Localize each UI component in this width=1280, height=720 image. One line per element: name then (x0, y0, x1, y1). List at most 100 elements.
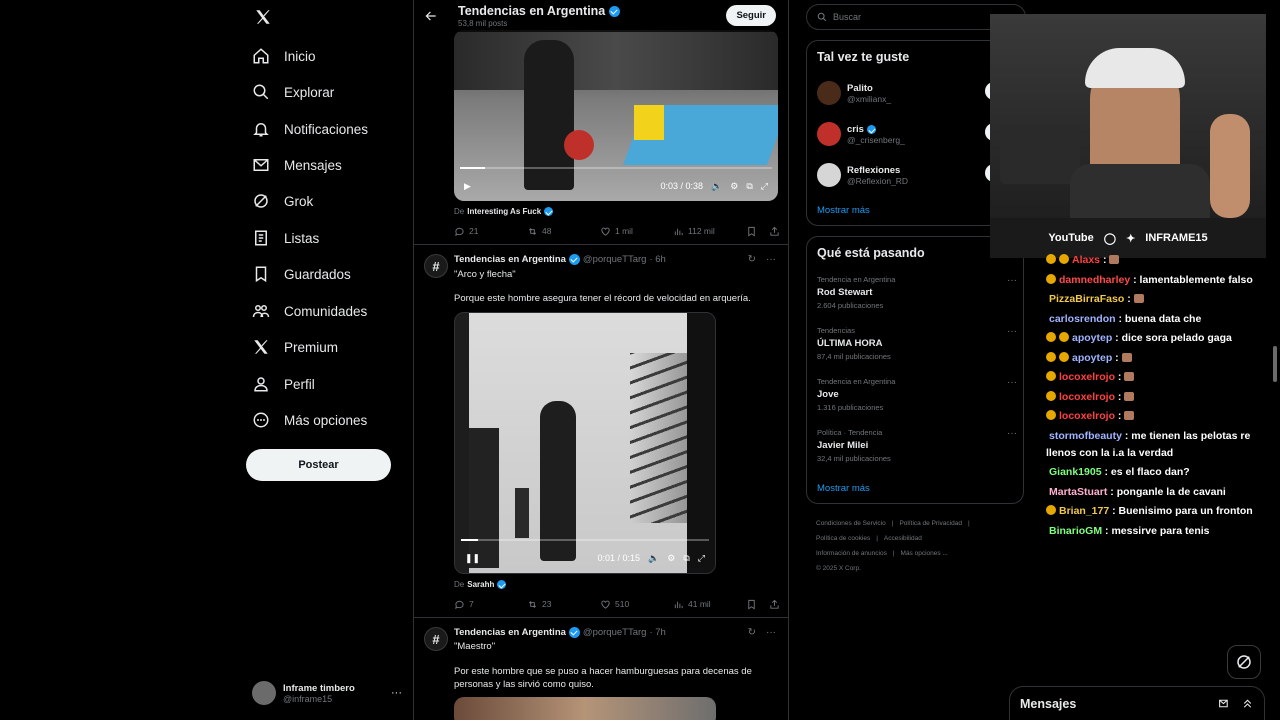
settings-icon[interactable]: ⚙ (730, 181, 738, 192)
chat-username[interactable]: PizzaBirraFaso (1049, 293, 1124, 305)
trend-item[interactable]: Tendencias ÚLTIMA HORA 87,4 mil publicacio… (817, 326, 1017, 366)
more-icon[interactable]: ··· (391, 687, 402, 699)
like-button[interactable]: 510 (600, 599, 673, 610)
grok-icon[interactable]: ↻ (748, 627, 756, 638)
chat-username[interactable]: Giank1905 (1049, 466, 1102, 478)
bookmark-icon[interactable] (746, 599, 757, 610)
trend-item[interactable]: Política · Tendencia Javier Milei 32,4 mil… (817, 428, 1017, 468)
messages-drawer[interactable]: Mensajes (1009, 686, 1265, 720)
volume-icon[interactable]: 🔈 (711, 181, 722, 192)
footer-link[interactable]: Información de anuncios (816, 550, 887, 557)
chat-username[interactable]: locoxelrojo (1059, 391, 1115, 403)
avatar[interactable]: # (424, 627, 448, 651)
footer-link[interactable]: Más opciones ... (901, 550, 948, 557)
suggested-account[interactable]: cris@_crisenberg_Seguir (817, 119, 1027, 149)
new-message-icon[interactable] (1218, 697, 1231, 710)
nav-item-grok[interactable]: Grok (252, 189, 313, 213)
nav-item-explorar[interactable]: Explorar (252, 80, 334, 104)
settings-icon[interactable]: ⚙ (667, 553, 675, 564)
author-handle[interactable]: @porqueTTarg (583, 254, 647, 265)
more-icon[interactable]: ··· (1007, 326, 1017, 337)
post-time[interactable]: · 7h (649, 627, 665, 638)
more-icon[interactable]: ··· (766, 254, 776, 265)
nav-item-perfil[interactable]: Perfil (252, 372, 315, 396)
repost-button[interactable]: 48 (527, 226, 600, 237)
chat-username[interactable]: apoytep (1072, 352, 1112, 364)
chat-username[interactable]: carlosrendon (1049, 313, 1116, 325)
more-icon[interactable]: ··· (1007, 428, 1017, 439)
chevron-up-icon[interactable] (1241, 697, 1254, 710)
reply-button[interactable]: 7 (454, 599, 527, 610)
pip-icon[interactable]: ⧉ (683, 553, 689, 564)
like-button[interactable]: 1 mil (600, 226, 673, 237)
trend-item[interactable]: Tendencia en Argentina Rod Stewart 2.604 p… (817, 275, 1017, 315)
views-button[interactable]: 112 mil (673, 226, 746, 237)
video-thumbnail[interactable] (454, 697, 716, 720)
share-icon[interactable] (769, 226, 780, 237)
volume-icon[interactable]: 🔈 (648, 553, 659, 564)
post-button[interactable]: Postear (246, 449, 391, 481)
pause-icon[interactable]: ❚❚ (465, 553, 480, 564)
nav-item-mensajes[interactable]: Mensajes (252, 153, 342, 177)
video-player[interactable]: ▶ 0:03 / 0:38 🔈 ⚙ ⧉ ⤢ (454, 30, 778, 201)
nav-item-premium[interactable]: Premium (252, 335, 338, 359)
show-more-link[interactable]: Mostrar más (817, 205, 870, 216)
video-source[interactable]: De Sarahh (454, 580, 507, 589)
video-progress-bar[interactable] (461, 539, 479, 541)
chat-username[interactable]: Brian_177 (1059, 505, 1109, 517)
video-source[interactable]: De Interesting As Fuck (454, 207, 554, 216)
more-icon[interactable]: ··· (1007, 377, 1017, 388)
footer-link[interactable]: Política de cookies (816, 535, 870, 542)
account-switcher[interactable]: Inframe timbero @inframe15 ··· (252, 678, 402, 708)
repost-button[interactable]: 23 (527, 599, 600, 610)
chat-username[interactable]: locoxelrojo (1059, 371, 1115, 383)
nav-item-más-opciones[interactable]: Más opciones (252, 408, 367, 432)
scrollbar[interactable] (1273, 346, 1277, 382)
nav-item-listas[interactable]: Listas (252, 226, 319, 250)
grok-button[interactable] (1227, 645, 1261, 679)
nav-item-guardados[interactable]: Guardados (252, 262, 351, 286)
video-player[interactable]: ❚❚ 0:01 / 0:15 🔈 ⚙ ⧉ ⤢ (454, 312, 716, 574)
post-time[interactable]: · 6h (649, 254, 665, 265)
back-arrow-icon[interactable] (424, 9, 438, 23)
chat-username[interactable]: damnedharley (1059, 274, 1130, 286)
footer-link[interactable]: © 2025 X Corp. (816, 565, 861, 572)
trend-item[interactable]: Tendencia en Argentina Jove 1.316 publicac… (817, 377, 1017, 417)
footer-link[interactable]: Condiciones de Servicio (816, 520, 886, 527)
more-icon[interactable]: ··· (766, 627, 776, 638)
author-name[interactable]: Tendencias en Argentina (454, 254, 566, 265)
chat-username[interactable]: stormofbeauty (1049, 430, 1122, 442)
chat-username[interactable]: MartaStuart (1049, 486, 1107, 498)
avatar[interactable]: # (424, 254, 448, 278)
footer-link[interactable]: Política de Privacidad (899, 520, 962, 527)
chat-username[interactable]: locoxelrojo (1059, 410, 1115, 422)
suggested-account[interactable]: Palito@xmilianx_Seguir (817, 78, 1027, 108)
nav-item-notificaciones[interactable]: Notificaciones (252, 117, 368, 141)
fullscreen-icon[interactable]: ⤢ (761, 181, 768, 192)
bookmark-icon[interactable] (746, 226, 757, 237)
nav-item-comunidades[interactable]: Comunidades (252, 299, 367, 323)
avatar[interactable] (817, 122, 841, 146)
video-progress-bar[interactable] (460, 167, 485, 169)
show-more-link[interactable]: Mostrar más (817, 483, 870, 494)
chat-username[interactable]: BinarioGM (1049, 525, 1102, 537)
play-icon[interactable]: ▶ (464, 181, 471, 192)
reply-button[interactable]: 21 (454, 226, 527, 237)
author-handle[interactable]: @porqueTTarg (583, 627, 647, 638)
more-icon[interactable]: ··· (1007, 275, 1017, 286)
author-name[interactable]: Tendencias en Argentina (454, 627, 566, 638)
share-icon[interactable] (769, 599, 780, 610)
grok-icon[interactable]: ↻ (748, 254, 756, 265)
avatar[interactable] (817, 163, 841, 187)
avatar[interactable] (817, 81, 841, 105)
nav-item-inicio[interactable]: Inicio (252, 44, 316, 68)
views-button[interactable]: 41 mil (673, 599, 746, 610)
suggested-account[interactable]: Reflexiones@Reflexion_RDSeguir (817, 160, 1027, 190)
chat-username[interactable]: Alaxs (1072, 254, 1100, 266)
x-logo-icon[interactable] (254, 8, 272, 26)
chat-username[interactable]: apoytep (1072, 332, 1112, 344)
follow-button[interactable]: Seguir (726, 5, 776, 26)
pip-icon[interactable]: ⧉ (746, 181, 752, 192)
fullscreen-icon[interactable]: ⤢ (698, 553, 705, 564)
footer-link[interactable]: Accesibilidad (884, 535, 922, 542)
